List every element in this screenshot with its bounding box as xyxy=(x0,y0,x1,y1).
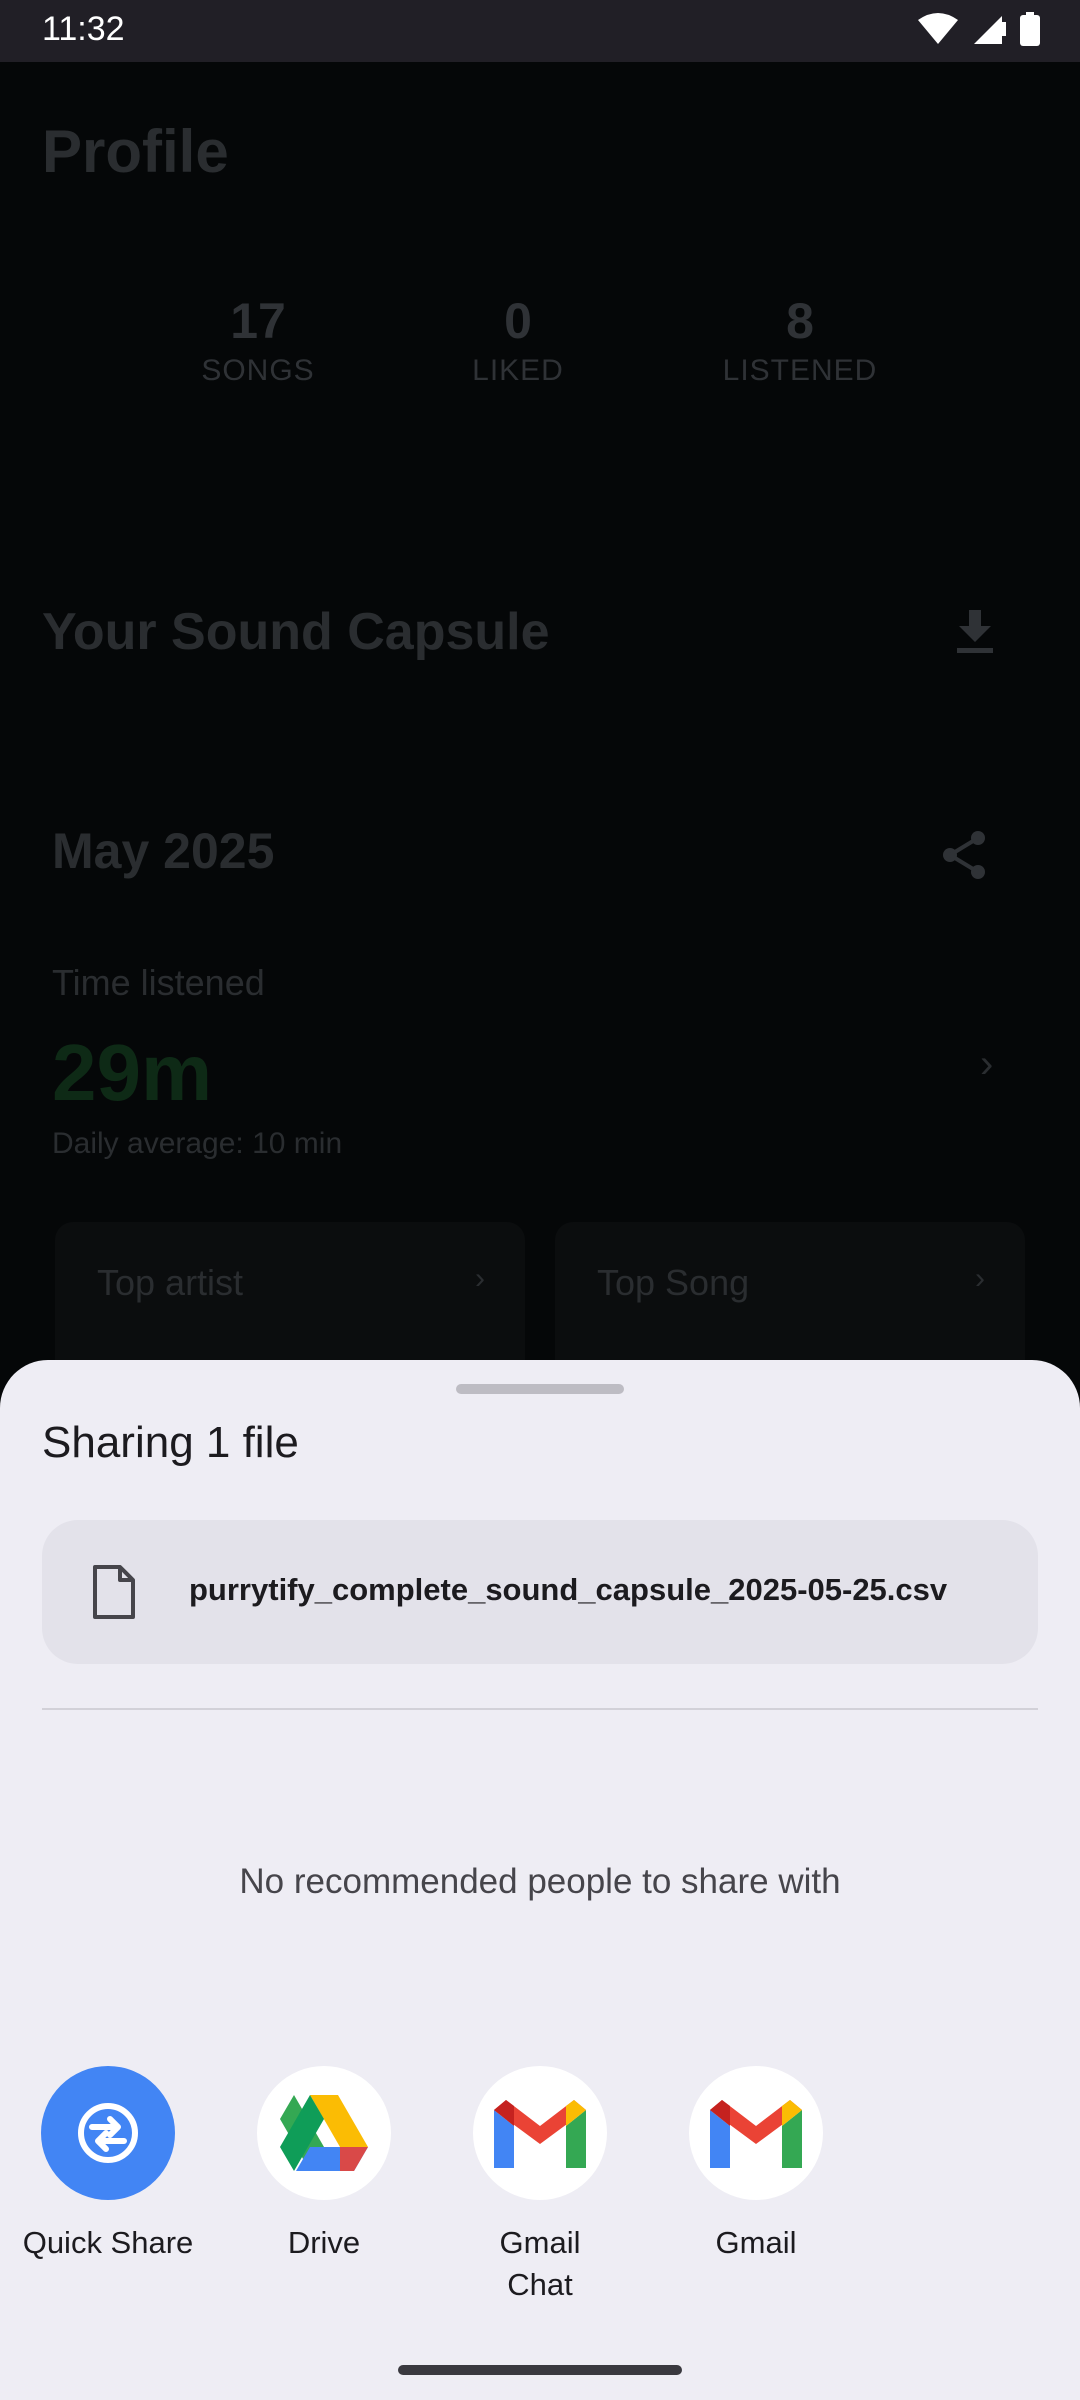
file-name: purrytify_complete_sound_capsule_2025-05… xyxy=(189,1572,948,1607)
share-target-label: Quick Share xyxy=(22,2225,194,2260)
daily-average: Daily average: 10 min xyxy=(52,1127,343,1160)
share-target-drive[interactable]: Drive xyxy=(216,2066,432,2264)
stat-value: 17 xyxy=(230,293,286,349)
time-listened-value: 29m xyxy=(52,1028,213,1117)
stat-label: LISTENED xyxy=(722,354,878,387)
stat-songs: 17 SONGS xyxy=(158,292,358,388)
battery-icon xyxy=(1020,12,1040,46)
sound-capsule-title: Your Sound Capsule xyxy=(42,603,550,661)
download-icon[interactable] xyxy=(955,610,995,654)
google-drive-icon[interactable] xyxy=(257,2066,391,2200)
gmail-icon[interactable] xyxy=(473,2066,607,2200)
page-title: Profile xyxy=(42,118,229,185)
share-target-gmail-chat[interactable]: Gmail Chat xyxy=(432,2066,648,2306)
card-title: Top Song xyxy=(597,1262,750,1303)
gesture-nav-bar[interactable] xyxy=(398,2365,682,2375)
stat-label: SONGS xyxy=(201,354,315,387)
card-title: Top artist xyxy=(97,1262,244,1303)
share-sheet-title: Sharing 1 file xyxy=(42,1418,299,1467)
status-time: 11:32 xyxy=(42,10,125,48)
share-icon[interactable] xyxy=(940,830,988,880)
wifi-icon xyxy=(918,13,958,44)
share-target-label: Gmail xyxy=(715,2225,797,2260)
signal-icon xyxy=(974,16,1006,44)
chevron-right-icon[interactable]: › xyxy=(980,1042,993,1087)
capsule-month: May 2025 xyxy=(52,823,275,879)
divider xyxy=(42,1708,1038,1710)
drag-handle[interactable] xyxy=(456,1384,624,1394)
chevron-right-icon: › xyxy=(975,1262,985,1295)
share-sheet: Sharing 1 file purrytify_complete_sound_… xyxy=(0,1360,1080,2400)
stat-value: 0 xyxy=(504,293,532,349)
status-bar: 11:32 xyxy=(0,0,1080,62)
stat-listened: 8 LISTENED xyxy=(700,292,900,388)
stat-label: LIKED xyxy=(472,354,564,387)
no-recommended-text: No recommended people to share with xyxy=(239,1862,841,1901)
shared-file-card: purrytify_complete_sound_capsule_2025-05… xyxy=(42,1520,1038,1664)
share-target-gmail[interactable]: Gmail xyxy=(648,2066,864,2264)
quick-share-icon[interactable] xyxy=(41,2066,175,2200)
stat-liked: 0 LIKED xyxy=(418,292,618,388)
gmail-icon[interactable] xyxy=(689,2066,823,2200)
status-icons xyxy=(918,12,1040,46)
file-icon xyxy=(93,1565,135,1619)
stat-value: 8 xyxy=(786,293,814,349)
share-target-label: Drive xyxy=(287,2225,361,2260)
share-target-label: Gmail Chat xyxy=(499,2225,581,2302)
time-listened-label: Time listened xyxy=(52,962,265,1003)
share-target-quick-share[interactable]: Quick Share xyxy=(0,2066,216,2264)
chevron-right-icon: › xyxy=(475,1262,485,1295)
